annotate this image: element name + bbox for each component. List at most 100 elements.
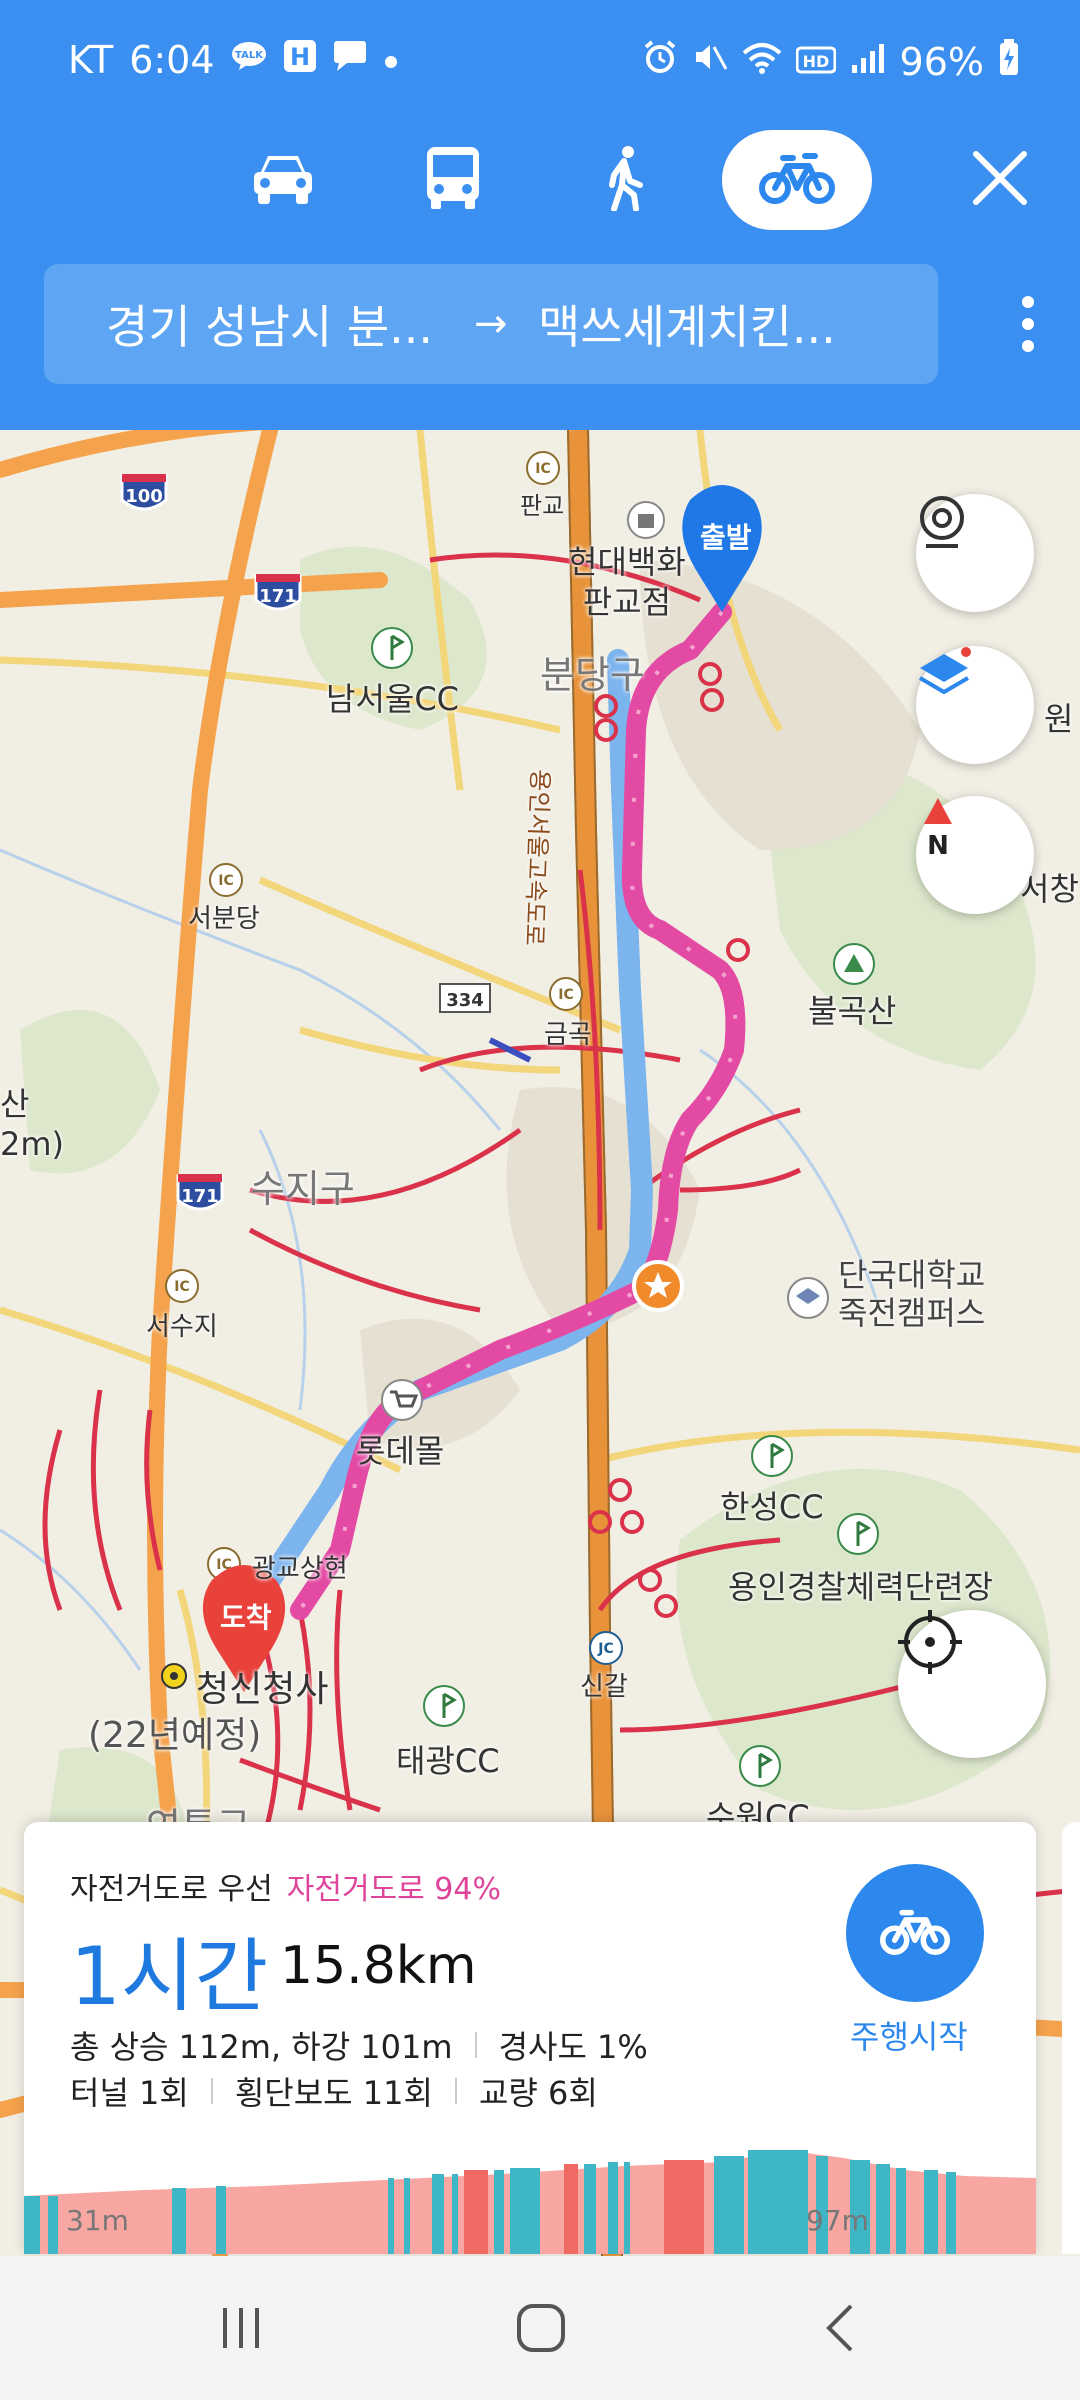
system-nav-bar	[0, 2256, 1080, 2400]
mode-walk-button[interactable]	[550, 130, 700, 230]
expressway-label: 용인서울고속도로	[519, 768, 555, 947]
my-location-button[interactable]	[898, 1610, 1046, 1758]
svg-text:IC: IC	[174, 1279, 189, 1295]
bundang-label: 분당구	[540, 653, 645, 697]
end-marker[interactable]: 도착	[220, 1596, 272, 1636]
car-icon	[248, 148, 318, 212]
talk-icon: TALK	[231, 41, 267, 79]
route-arrow-icon: →	[474, 301, 508, 347]
cctv-button[interactable]	[916, 494, 1034, 612]
hd-icon: HD	[795, 40, 837, 84]
svg-text:IC: IC	[558, 987, 573, 1003]
route-summary-box[interactable]: 경기 성남시 분... → 맥쓰세계치킨...	[44, 264, 938, 384]
svg-text:HD: HD	[802, 52, 829, 71]
namseoul-cc-label: 남서울CC	[326, 680, 460, 718]
route-origin: 경기 성남시 분...	[106, 300, 434, 354]
mode-bicycle-button[interactable]	[722, 130, 872, 230]
svg-text:TALK: TALK	[235, 50, 264, 61]
svg-text:H: H	[289, 43, 309, 71]
mode-car-button[interactable]	[208, 130, 358, 230]
bus-icon	[423, 145, 483, 215]
hyundai-label: 현대백화 판교점	[568, 543, 686, 621]
lotte-label: 롯데몰	[356, 1432, 445, 1470]
route-distance: 15.8km	[280, 1936, 477, 1996]
signal-icon	[850, 40, 886, 84]
right-edge-label-1: 원	[1044, 700, 1074, 738]
divider	[210, 2078, 213, 2104]
elevation-min: 31m	[66, 2204, 129, 2237]
singal-label: 신갈	[580, 1672, 628, 1702]
svg-text:IC: IC	[535, 461, 550, 477]
layers-button[interactable]	[916, 646, 1034, 764]
left-edge-label: 산 2m)	[0, 1085, 65, 1163]
message-icon	[333, 40, 367, 80]
status-bar: KT 6:04 TALK H HD 96%	[0, 0, 1080, 124]
back-button[interactable]	[806, 2296, 876, 2360]
route-header: 경기 성남시 분... → 맥쓰세계치킨...	[0, 124, 1080, 430]
elevation-max: 97m	[806, 2204, 869, 2237]
bicycle-icon	[759, 150, 835, 210]
taegwang-cc-label: 태광CC	[396, 1742, 500, 1780]
hanseong-cc-label: 한성CC	[720, 1488, 824, 1526]
route-duration: 1시간	[70, 1930, 269, 2023]
back-icon	[826, 2304, 853, 2352]
close-icon	[972, 150, 1028, 210]
pangyo-ic-label: 판교	[520, 492, 565, 520]
close-button[interactable]	[950, 130, 1050, 230]
divider	[454, 2078, 457, 2104]
seosuji-label: 서수지	[146, 1312, 218, 1342]
gwanggyo-label: 광교상현	[252, 1554, 348, 1584]
road-171-shield-lower: 171	[181, 1186, 219, 1207]
mute-icon	[692, 39, 728, 84]
route-destination: 맥쓰세계치킨...	[538, 300, 836, 354]
road-171-shield: 171	[259, 586, 297, 607]
dot	[1022, 318, 1034, 330]
dankook-label: 단국대학교 죽전캠퍼스	[838, 1256, 986, 1332]
road-100-shield: 100	[125, 486, 163, 507]
start-ride-label[interactable]: 주행시작	[850, 2012, 968, 2058]
tunnel-count: 터널 1회	[70, 2074, 189, 2112]
h-icon: H	[283, 39, 317, 81]
start-marker[interactable]: 출발	[700, 516, 752, 556]
compass-button[interactable]: N	[916, 796, 1034, 914]
next-card-peek[interactable]	[1062, 1822, 1080, 2254]
stats-row-1: 총 상승 112m, 하강 101m 경사도 1%	[70, 2022, 648, 2068]
home-button[interactable]	[506, 2296, 576, 2360]
dot	[1022, 296, 1034, 308]
route-preference-line: 자전거도로 우선 자전거도로 94%	[70, 1864, 501, 1908]
bridge-count: 교량 6회	[478, 2074, 598, 2112]
seobundang-label: 서분당	[188, 904, 260, 934]
elevation-change: 총 상승 112m, 하강 101m	[70, 2028, 453, 2066]
svg-text:IC: IC	[218, 873, 233, 889]
svg-text:N: N	[927, 831, 949, 860]
stats-row-2: 터널 1회 횡단보도 11회 교량 6회	[70, 2068, 598, 2114]
battery-icon	[998, 38, 1020, 85]
carrier: KT	[68, 38, 114, 82]
dot	[1022, 340, 1034, 352]
divider	[474, 2032, 477, 2058]
police-training-label: 용인경찰체력단련장	[728, 1568, 993, 1606]
dot-icon	[383, 43, 399, 78]
geumgok-label: 금곡	[544, 1020, 592, 1050]
clock: 6:04	[129, 38, 215, 82]
home-icon	[517, 2304, 565, 2352]
elevation-profile: 31m 97m	[24, 2140, 1036, 2254]
slope: 경사도 1%	[498, 2028, 648, 2066]
alarm-icon	[642, 39, 678, 84]
bike-road-ratio: 자전거도로 94%	[286, 1872, 501, 1907]
cityhall-note: (22년예정)	[88, 1715, 262, 1756]
suji-label: 수지구	[250, 1167, 355, 1211]
more-options-button[interactable]	[998, 284, 1058, 364]
walk-icon	[600, 145, 650, 215]
recent-apps-button[interactable]	[206, 2296, 276, 2360]
recents-icon	[223, 2308, 259, 2348]
bulgoksan-label: 불곡산	[808, 992, 897, 1030]
road-334-sign: 334	[446, 990, 484, 1011]
crosswalk-count: 횡단보도 11회	[234, 2074, 433, 2112]
route-info-card[interactable]: 자전거도로 우선 자전거도로 94% 1시간 15.8km 총 상승 112m, …	[24, 1822, 1036, 2254]
wifi-icon	[742, 40, 782, 84]
svg-text:JC: JC	[597, 1641, 613, 1657]
start-ride-button[interactable]	[846, 1864, 984, 2002]
bicycle-icon	[880, 1905, 950, 1961]
mode-bus-button[interactable]	[378, 130, 528, 230]
